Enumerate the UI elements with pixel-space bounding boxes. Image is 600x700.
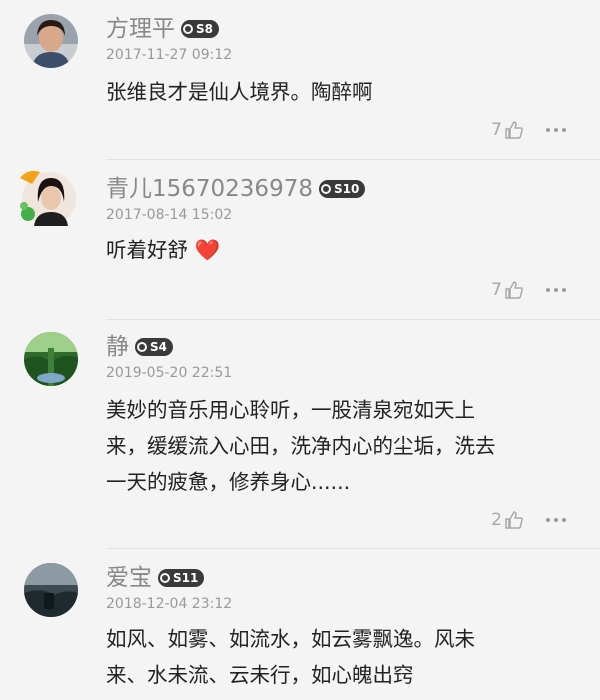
like-count: 2 [491,510,502,530]
divider [106,159,600,160]
more-icon[interactable] [546,518,566,522]
username[interactable]: 方理平 [106,14,175,44]
comment-actions: 7 [491,120,566,140]
level-icon [320,184,331,194]
avatar[interactable] [24,563,78,617]
level-icon [160,573,170,583]
divider [106,548,600,549]
comment-item: 静 S4 2019-05-20 22:51 美妙的音乐用心聆听，一股清泉宛如天上… [0,332,600,549]
avatar[interactable] [20,170,78,228]
username[interactable]: 青儿15670236978 [106,174,313,204]
username[interactable]: 静 [106,332,129,362]
timestamp: 2018-12-04 23:12 [106,596,233,612]
thumbs-up-icon[interactable] [504,120,524,140]
timestamp: 2019-05-20 22:51 [106,365,233,381]
comment-actions: 7 [491,280,566,300]
comment-actions: 2 [491,510,566,530]
timestamp: 2017-11-27 09:12 [106,47,233,63]
level-icon [183,24,193,34]
comment-text: 听着好舒 ❤️ [106,238,221,262]
username[interactable]: 爱宝 [106,563,152,593]
more-icon[interactable] [546,128,566,132]
level-badge: S10 [318,180,366,198]
avatar[interactable] [24,14,78,68]
level-label: S11 [173,571,199,585]
comment-item: 青儿15670236978 S10 2017-08-14 15:02 听着好舒 … [0,170,600,324]
comment-meta: 爱宝 S11 2018-12-04 23:12 [106,563,232,613]
comment-text: 美妙的音乐用心聆听，一股清泉宛如天上 来，缓缓流入心田，洗净内心的尘垢，洗去 一… [106,398,496,494]
level-label: S4 [150,340,167,354]
level-label: S10 [333,182,360,196]
thumbs-up-icon[interactable] [504,280,524,300]
comment-meta: 方理平 S8 2017-11-27 09:12 [106,14,232,64]
divider [106,319,600,320]
level-badge: S8 [181,20,219,38]
comment-item: 方理平 S8 2017-11-27 09:12 张维良才是仙人境界。陶醉啊 7 [0,14,600,164]
like-count: 7 [491,120,502,140]
comment-meta: 静 S4 2019-05-20 22:51 [106,332,232,382]
timestamp: 2017-08-14 15:02 [106,207,233,223]
level-label: S8 [196,22,213,36]
comment-item: 爱宝 S11 2018-12-04 23:12 如风、如雾、如流水，如云雾飘逸。… [0,563,600,700]
level-badge: S11 [158,569,205,587]
comment-text: 如风、如雾、如流水，如云雾飘逸。风未 来、水未流、云未行，如心魄出窍 [106,627,475,687]
more-icon[interactable] [546,288,566,292]
avatar[interactable] [24,332,78,386]
level-icon [137,342,147,352]
level-badge: S4 [135,338,173,356]
like-count: 7 [491,280,502,300]
thumbs-up-icon[interactable] [504,510,524,530]
comment-text: 张维良才是仙人境界。陶醉啊 [106,80,373,104]
comment-meta: 青儿15670236978 S10 2017-08-14 15:02 [106,174,366,224]
